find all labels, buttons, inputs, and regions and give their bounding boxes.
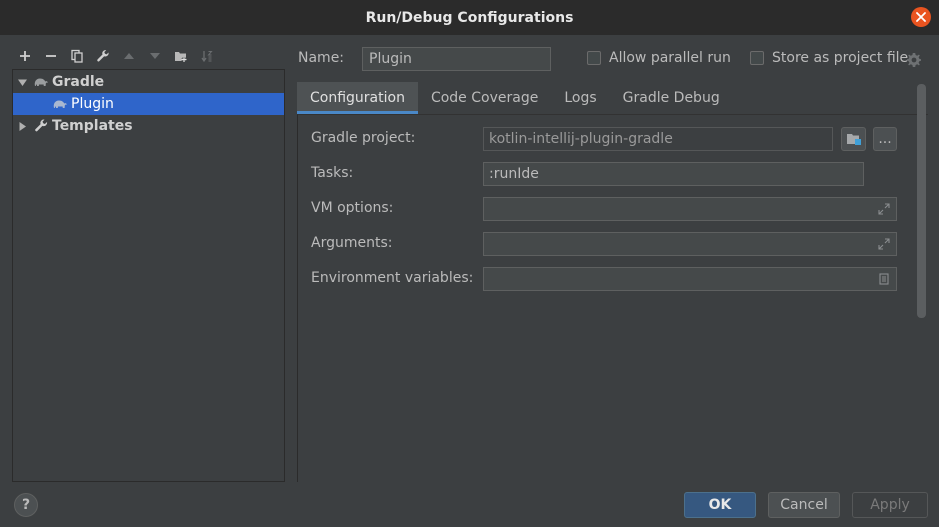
tasks-label: Tasks: xyxy=(311,165,354,181)
collapse-arrow-icon[interactable] xyxy=(16,120,28,132)
tab-configuration[interactable]: Configuration xyxy=(297,82,418,114)
wrench-icon xyxy=(97,50,109,62)
tasks-field[interactable]: :runIde xyxy=(483,162,864,186)
tree-item-templates[interactable]: Templates xyxy=(13,115,284,137)
tab-bar: Configuration Code Coverage Logs Gradle … xyxy=(297,82,733,114)
close-icon xyxy=(916,12,926,22)
name-label: Name: xyxy=(298,50,345,66)
tab-logs[interactable]: Logs xyxy=(551,82,609,114)
browse-button[interactable]: ... xyxy=(873,127,897,151)
configuration-tree: Gradle Plugin Templates xyxy=(12,69,285,482)
tab-code-coverage[interactable]: Code Coverage xyxy=(418,82,551,114)
cancel-button[interactable]: Cancel xyxy=(768,492,840,518)
gradle-project-field[interactable]: kotlin-intellij-plugin-gradle xyxy=(483,127,833,151)
tab-gradle-debug[interactable]: Gradle Debug xyxy=(610,82,733,114)
select-project-button[interactable] xyxy=(841,127,866,151)
allow-parallel-run-label: Allow parallel run xyxy=(609,50,731,66)
gear-icon[interactable] xyxy=(906,52,922,68)
allow-parallel-run-checkbox[interactable]: Allow parallel run xyxy=(587,50,731,66)
tree-item-label: Templates xyxy=(52,118,133,134)
gradle-project-label: Gradle project: xyxy=(311,130,416,146)
checkbox-box[interactable] xyxy=(750,51,764,65)
tree-item-label: Plugin xyxy=(71,96,114,112)
copy-button[interactable] xyxy=(64,44,90,68)
new-folder-button[interactable] xyxy=(168,44,194,68)
move-up-icon xyxy=(124,53,134,59)
apply-button[interactable]: Apply xyxy=(852,492,928,518)
expand-icon[interactable] xyxy=(878,203,890,215)
ok-button[interactable]: OK xyxy=(684,492,756,518)
add-icon xyxy=(20,51,30,61)
new-folder-icon xyxy=(175,52,187,62)
tree-item-plugin[interactable]: Plugin xyxy=(13,93,284,115)
title-bar: Run/Debug Configurations xyxy=(0,0,939,35)
sort-button[interactable] xyxy=(194,44,220,68)
gradle-elephant-icon xyxy=(32,74,50,90)
name-input[interactable]: Plugin xyxy=(362,47,551,71)
vm-options-field[interactable] xyxy=(483,197,897,221)
edit-templates-button[interactable] xyxy=(90,44,116,68)
wrench-icon xyxy=(32,118,50,134)
document-icon[interactable] xyxy=(878,273,890,285)
move-down-button[interactable] xyxy=(142,44,168,68)
remove-icon xyxy=(46,55,56,57)
expand-icon[interactable] xyxy=(878,238,890,250)
move-down-icon xyxy=(150,53,160,59)
tree-item-label: Gradle xyxy=(52,74,105,90)
vm-options-label: VM options: xyxy=(311,200,394,216)
environment-variables-label: Environment variables: xyxy=(311,270,474,286)
scrollbar-thumb[interactable] xyxy=(917,84,926,318)
store-as-project-file-label: Store as project file xyxy=(772,50,909,66)
move-up-button[interactable] xyxy=(116,44,142,68)
tree-item-gradle[interactable]: Gradle xyxy=(13,71,284,93)
close-button[interactable] xyxy=(911,7,931,27)
environment-variables-field[interactable] xyxy=(483,267,897,291)
store-as-project-file-checkbox[interactable]: Store as project file xyxy=(750,50,908,66)
window-title: Run/Debug Configurations xyxy=(365,9,574,26)
arguments-field[interactable] xyxy=(483,232,897,256)
checkbox-box[interactable] xyxy=(587,51,601,65)
remove-button[interactable] xyxy=(38,44,64,68)
config-toolbar xyxy=(12,44,220,68)
gradle-elephant-icon xyxy=(51,96,69,112)
copy-icon xyxy=(71,49,83,63)
expand-arrow-icon[interactable] xyxy=(16,76,28,88)
add-button[interactable] xyxy=(12,44,38,68)
folder-icon xyxy=(846,134,861,145)
arguments-label: Arguments: xyxy=(311,235,393,251)
sort-icon xyxy=(201,51,213,63)
help-button[interactable]: ? xyxy=(14,493,38,517)
